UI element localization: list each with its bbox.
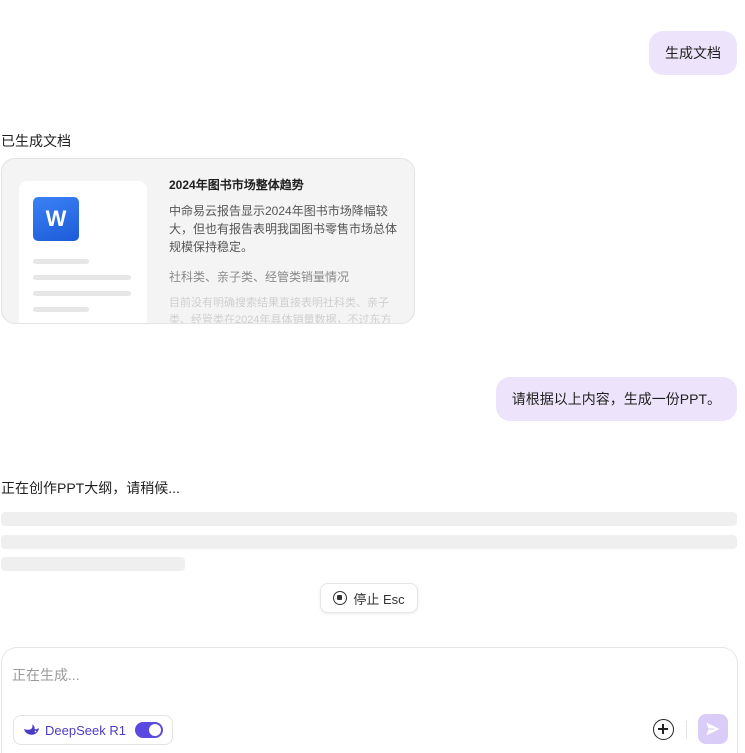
user-message-bubble: 生成文档 <box>649 31 737 75</box>
generated-document-card[interactable]: W 2024年图书市场整体趋势 中命易云报告显示2024年图书市场降幅较大，但也… <box>1 158 415 324</box>
word-icon: W <box>33 197 79 241</box>
document-paragraph: 中命易云报告显示2024年图书市场降幅较大，但也有报告表明我国图书零售市场总体规… <box>169 204 398 254</box>
toolbar-divider <box>686 721 687 739</box>
user-message-bubble: 请根据以上内容，生成一份PPT。 <box>495 377 737 421</box>
message-composer: DeepSeek R1 <box>1 647 738 753</box>
loading-skeleton-line <box>1 557 185 571</box>
thumbnail-line <box>33 307 89 312</box>
assistant-creating-status: 正在创作PPT大纲，请稍候... <box>1 480 180 496</box>
message-input[interactable] <box>12 664 612 686</box>
loading-skeleton-line <box>1 512 737 526</box>
user-message-text: 请根据以上内容，生成一份PPT。 <box>511 391 721 407</box>
send-icon <box>706 722 720 736</box>
document-subheading: 社科类、亲子类、经管类销量情况 <box>169 270 350 284</box>
loading-skeleton-line <box>1 535 737 549</box>
thumbnail-line <box>33 291 131 296</box>
thumbnail-line <box>33 259 89 264</box>
plus-circle-icon[interactable] <box>653 719 674 740</box>
deepseek-whale-icon <box>24 724 39 735</box>
thumbnail-line <box>33 275 131 280</box>
document-preview: 2024年图书市场整体趋势 中命易云报告显示2024年图书市场降幅较大，但也有报… <box>169 176 401 324</box>
send-button[interactable] <box>698 714 728 744</box>
stop-circle-icon <box>333 591 348 605</box>
assistant-doc-status: 已生成文档 <box>1 133 71 149</box>
model-label: DeepSeek R1 <box>45 722 126 738</box>
model-selector-button[interactable]: DeepSeek R1 <box>13 715 173 745</box>
deepseek-toggle[interactable] <box>134 722 163 738</box>
document-title: 2024年图书市场整体趋势 <box>169 178 304 192</box>
user-message-text: 生成文档 <box>665 45 721 61</box>
document-faded-text: 目前没有明确搜索结果直接表明社科类、亲子类、经管类在2024年具体销量数据，不过… <box>169 297 392 324</box>
document-thumbnail: W <box>19 181 147 323</box>
stop-generation-button[interactable]: 停止 Esc <box>320 583 418 613</box>
stop-button-label: 停止 Esc <box>353 591 405 607</box>
